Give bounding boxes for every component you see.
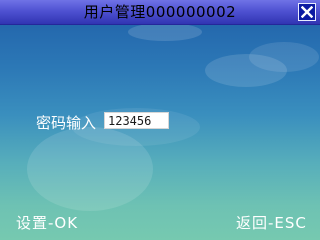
settings-ok-button[interactable]: 设置-OK <box>16 214 78 232</box>
close-button[interactable] <box>298 3 316 21</box>
background-bubble <box>249 42 319 72</box>
close-icon <box>301 6 313 18</box>
screen: 用户管理000000002 密码输入 设置-OK 返回-ESC <box>0 0 320 240</box>
password-label: 密码输入 <box>36 114 97 132</box>
password-input[interactable] <box>104 112 169 129</box>
title-bar: 用户管理000000002 <box>0 0 320 25</box>
background-bubble <box>128 23 202 41</box>
window-title: 用户管理000000002 <box>83 3 237 21</box>
back-esc-button[interactable]: 返回-ESC <box>236 214 307 232</box>
background-bubble <box>27 127 153 211</box>
